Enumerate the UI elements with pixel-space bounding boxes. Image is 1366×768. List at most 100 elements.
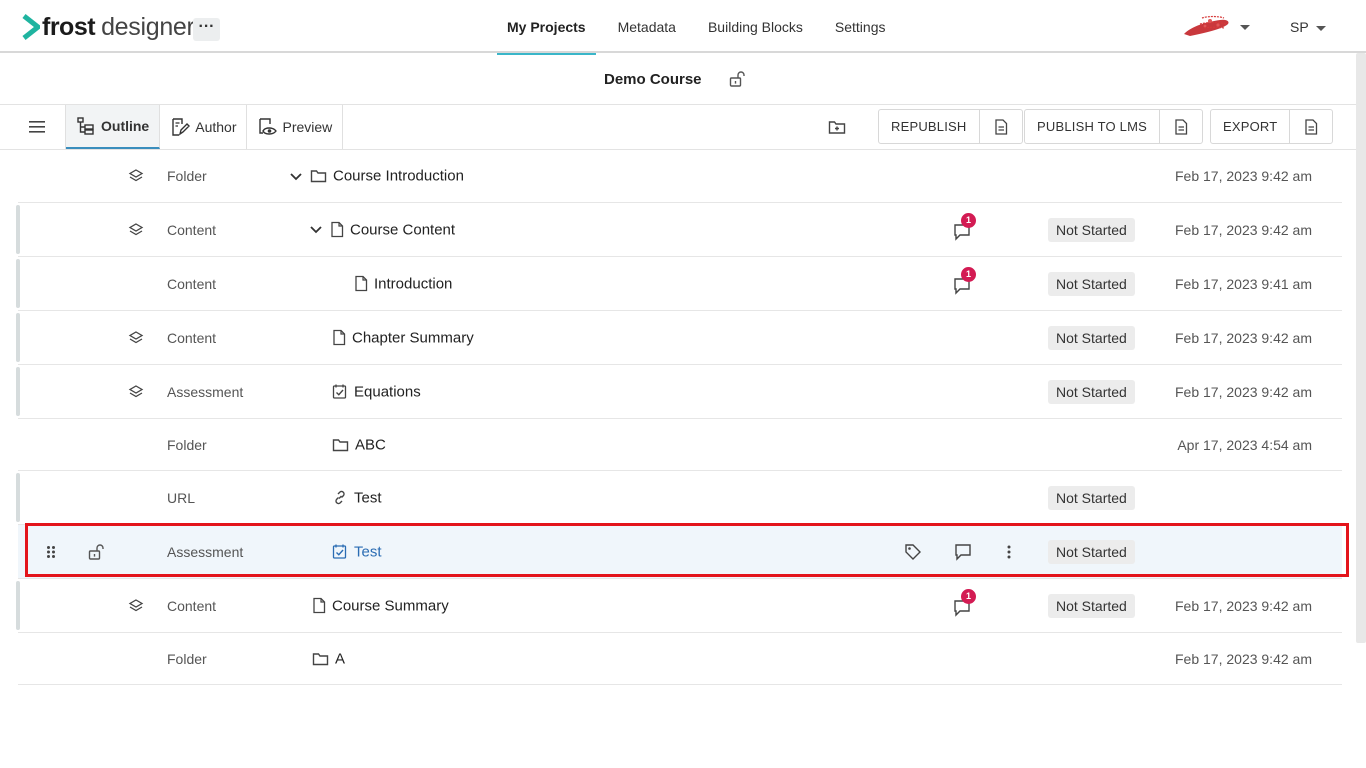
status-badge: Not Started [1048,485,1135,510]
unlock-icon[interactable] [728,70,746,88]
tag-icon[interactable] [904,543,922,561]
tab-author-label: Author [195,119,237,135]
tab-author[interactable]: Author [160,105,248,149]
nav-building-blocks[interactable]: Building Blocks [698,0,813,53]
row-name[interactable]: Course Introduction [289,168,464,185]
document-icon [1305,118,1318,135]
export-button-group: EXPORT [1210,109,1334,144]
row-type: Assessment [167,543,244,560]
outline-row-course-introduction[interactable]: Folder Course Introduction Feb 17, 2023 … [18,150,1342,203]
publish-to-lms-button[interactable]: PUBLISH TO LMS [1025,110,1160,143]
more-vertical-icon[interactable] [1006,544,1012,560]
outline-row-introduction[interactable]: Content Introduction 1 Not Started Feb 1… [16,257,1342,311]
row-name-label: A [335,650,346,667]
outline-row-assessment-test[interactable]: Assessment Test Not Started [18,525,1342,579]
row-date: Feb 17, 2023 9:42 am [1175,221,1312,238]
row-name[interactable]: Course Content [309,221,455,238]
folder-icon [312,652,329,665]
row-type: Content [167,221,217,238]
row-name-label: Test [354,489,382,506]
user-menu[interactable]: SP [1290,19,1326,35]
row-name[interactable]: Course Summary [312,597,449,614]
layers-icon[interactable] [128,168,144,184]
nav-my-projects[interactable]: My Projects [497,0,596,55]
outline-icon [77,117,94,135]
status-badge: Not Started [1048,217,1135,242]
outline-row-course-summary[interactable]: Content Course Summary 1 Not Started Feb… [16,579,1342,633]
comment-count: 1 [961,212,976,228]
editor-toolbar: Outline Author Preview REPUBLISH PUBLISH… [0,105,1366,150]
row-date: Feb 17, 2023 9:42 am [1175,329,1312,346]
org-dropdown-caret-icon[interactable] [1240,25,1250,30]
row-name-label: Course Introduction [333,167,464,185]
chevron-down-icon[interactable] [289,169,303,183]
comments-badge[interactable]: 1 [953,588,979,617]
user-caret-icon [1315,25,1326,31]
view-tabs: Outline Author Preview [65,105,344,149]
tab-outline[interactable]: Outline [66,105,161,149]
outline-row-url-test[interactable]: URL Test Not Started [16,471,1342,525]
status-badge: Not Started [1048,379,1135,404]
export-log-button[interactable] [1290,110,1332,143]
page-icon [331,221,344,238]
nav-settings[interactable]: Settings [825,0,896,53]
republish-button[interactable]: REPUBLISH [879,110,980,143]
row-name[interactable]: A [312,650,345,667]
row-name[interactable]: Chapter Summary [332,329,474,346]
outline-row-a[interactable]: Folder A Feb 17, 2023 9:42 am [18,633,1342,685]
row-date: Apr 17, 2023 4:54 am [1177,436,1312,453]
top-header: frost designer ··· My Projects Metadata … [0,0,1366,55]
row-name-label: Introduction [374,275,453,292]
row-name[interactable]: Test [332,543,382,560]
layers-icon[interactable] [128,222,144,238]
drag-handle-icon[interactable] [46,545,56,559]
document-icon [1175,118,1188,135]
add-folder-icon[interactable] [828,119,846,135]
status-badge: Not Started [1048,593,1135,618]
row-type: Assessment [167,383,244,400]
publish-lms-log-button[interactable] [1160,110,1202,143]
tab-preview[interactable]: Preview [247,105,342,149]
row-name[interactable]: Equations [332,383,421,400]
folder-icon [332,438,349,451]
nav-metadata[interactable]: Metadata [608,0,686,53]
comment-icon[interactable] [954,543,972,561]
app-logo[interactable]: frost designer [22,12,195,42]
row-type: Folder [167,436,207,453]
layers-icon[interactable] [128,598,144,614]
checkbox-icon [332,384,347,399]
more-menu-button[interactable]: ··· [193,18,220,41]
page-icon [333,329,346,346]
vertical-scrollbar[interactable] [1356,53,1366,643]
preview-icon [259,118,278,135]
organization-logo-icon[interactable] [1180,12,1236,40]
page-icon [313,597,326,614]
layers-icon[interactable] [128,330,144,346]
row-type: Content [167,329,217,346]
row-name[interactable]: ABC [332,436,386,453]
outline-row-equations[interactable]: Assessment Equations Not Started Feb 17,… [16,365,1342,419]
brand-bold: frost [42,12,96,41]
chevron-logo-icon [22,14,40,40]
outline-row-chapter-summary[interactable]: Content Chapter Summary Not Started Feb … [16,311,1342,365]
row-name[interactable]: Test [332,489,382,506]
row-type: Content [167,597,217,614]
row-name-label: Equations [354,383,421,400]
outline-row-abc[interactable]: Folder ABC Apr 17, 2023 4:54 am [18,419,1342,471]
status-badge: Not Started [1048,539,1135,564]
layers-icon[interactable] [128,384,144,400]
row-type: Content [167,275,217,292]
brand-light: designer [101,12,195,41]
row-name[interactable]: Introduction [354,275,452,292]
row-date: Feb 17, 2023 9:42 am [1175,597,1312,614]
chevron-down-icon[interactable] [309,223,323,237]
row-type: Folder [167,168,207,184]
export-button[interactable]: EXPORT [1211,110,1291,143]
row-date: Feb 17, 2023 9:41 am [1175,275,1312,292]
republish-log-button[interactable] [980,110,1022,143]
hamburger-menu-icon[interactable] [29,120,45,134]
comments-badge[interactable]: 1 [953,212,979,241]
unlock-icon[interactable] [87,543,105,561]
comments-badge[interactable]: 1 [953,266,979,295]
outline-row-course-content[interactable]: Content Course Content 1 Not Started Feb… [16,203,1342,257]
